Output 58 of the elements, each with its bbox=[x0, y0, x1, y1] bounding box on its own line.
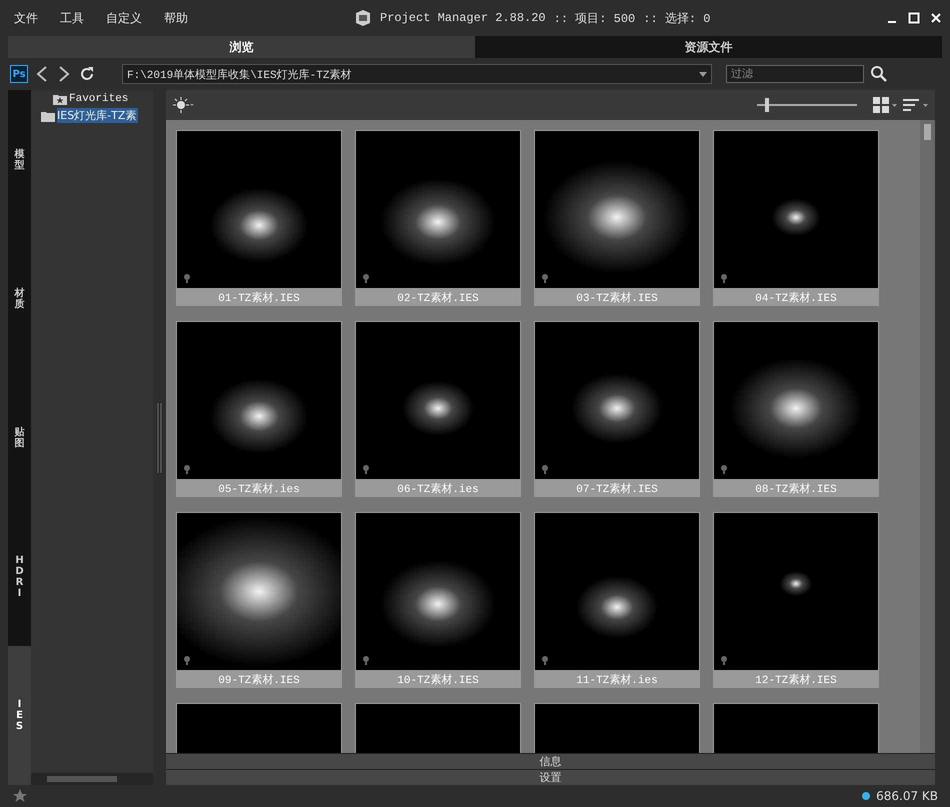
light-render-drawing[interactable] bbox=[713, 321, 879, 480]
light-render-drawing[interactable] bbox=[713, 130, 879, 288]
menu-item[interactable]: 文件 bbox=[14, 10, 38, 26]
scrollbar-thumb[interactable] bbox=[924, 124, 931, 140]
collapsible-panel-bar[interactable]: 信息 bbox=[166, 753, 935, 769]
size-label: 686.07 KB bbox=[876, 789, 938, 803]
path-field[interactable]: F:\2019单体模型库收集\IES灯光库-TZ素材 bbox=[122, 64, 712, 84]
thumbnail-caption: 07-TZ素材.IES bbox=[534, 479, 700, 497]
thumbnail-caption: 03-TZ素材.IES bbox=[534, 288, 700, 306]
thumbnail-caption: 12-TZ素材.IES bbox=[713, 670, 879, 688]
thumbnail-caption: 10-TZ素材.IES bbox=[355, 670, 521, 688]
thumbnail-caption: 04-TZ素材.IES bbox=[713, 288, 879, 306]
light-render-drawing[interactable] bbox=[534, 321, 700, 480]
thumbnail-caption: 02-TZ素材.IES bbox=[355, 288, 521, 306]
grid-view-icon[interactable] bbox=[873, 97, 897, 113]
sort-icon[interactable] bbox=[903, 97, 929, 113]
refresh-icon[interactable] bbox=[78, 65, 96, 83]
tree-item[interactable]: Favorites bbox=[69, 92, 130, 104]
light-render-drawing[interactable] bbox=[534, 512, 700, 670]
maximize-icon[interactable] bbox=[908, 12, 920, 24]
light-render-drawing[interactable] bbox=[355, 130, 521, 288]
search-icon[interactable] bbox=[870, 65, 888, 83]
light-render-drawing[interactable] bbox=[176, 512, 342, 670]
light-render-drawing[interactable] bbox=[534, 130, 700, 288]
star-folder-icon bbox=[53, 92, 67, 104]
light-render-drawing[interactable] bbox=[355, 512, 521, 670]
filter-field[interactable]: 过滤 bbox=[726, 65, 864, 83]
thumbnail-caption: 11-TZ素材.ies bbox=[534, 670, 700, 688]
item-count: :: 项目: 500 bbox=[554, 10, 636, 26]
thumbnail-caption: 06-TZ素材.ies bbox=[355, 479, 521, 497]
thumbnail-caption: 08-TZ素材.IES bbox=[713, 479, 879, 497]
folder-icon bbox=[41, 110, 55, 122]
category-tab[interactable]: IES bbox=[8, 646, 31, 785]
collapsible-panel-bar[interactable]: 设置 bbox=[166, 769, 935, 785]
close-icon[interactable] bbox=[930, 12, 942, 24]
scrollbar-thumb[interactable] bbox=[47, 776, 117, 782]
light-render-drawing[interactable] bbox=[355, 321, 521, 480]
tab[interactable]: 资源文件 bbox=[475, 36, 942, 58]
light-render-drawing[interactable] bbox=[176, 321, 342, 480]
thumbnail-caption: 09-TZ素材.IES bbox=[176, 670, 342, 688]
light-render-drawing[interactable] bbox=[713, 512, 879, 670]
slider-thumb[interactable] bbox=[765, 98, 769, 112]
splitter-handle[interactable] bbox=[157, 402, 162, 472]
menu-item[interactable]: 工具 bbox=[60, 10, 84, 26]
thumbnail-caption: 05-TZ素材.ies bbox=[176, 479, 342, 497]
light-render-drawing[interactable] bbox=[176, 130, 342, 288]
status-dot-icon bbox=[862, 792, 870, 800]
menu-item[interactable]: 帮助 bbox=[164, 10, 188, 26]
star-icon[interactable] bbox=[12, 788, 28, 804]
dropdown-arrow-icon bbox=[699, 72, 707, 76]
selection-count: :: 选择: 0 bbox=[643, 10, 710, 26]
menu-item[interactable]: 自定义 bbox=[106, 10, 142, 26]
tree-item[interactable]: IES灯光库-TZ素 bbox=[57, 108, 138, 123]
photoshop-button[interactable]: Ps bbox=[10, 65, 28, 83]
tab[interactable]: 浏览 bbox=[8, 36, 475, 58]
window-title: Project Manager 2.88.20 bbox=[380, 11, 546, 25]
thumbnail-caption: 01-TZ素材.IES bbox=[176, 288, 342, 306]
app-logo-icon bbox=[354, 10, 372, 26]
